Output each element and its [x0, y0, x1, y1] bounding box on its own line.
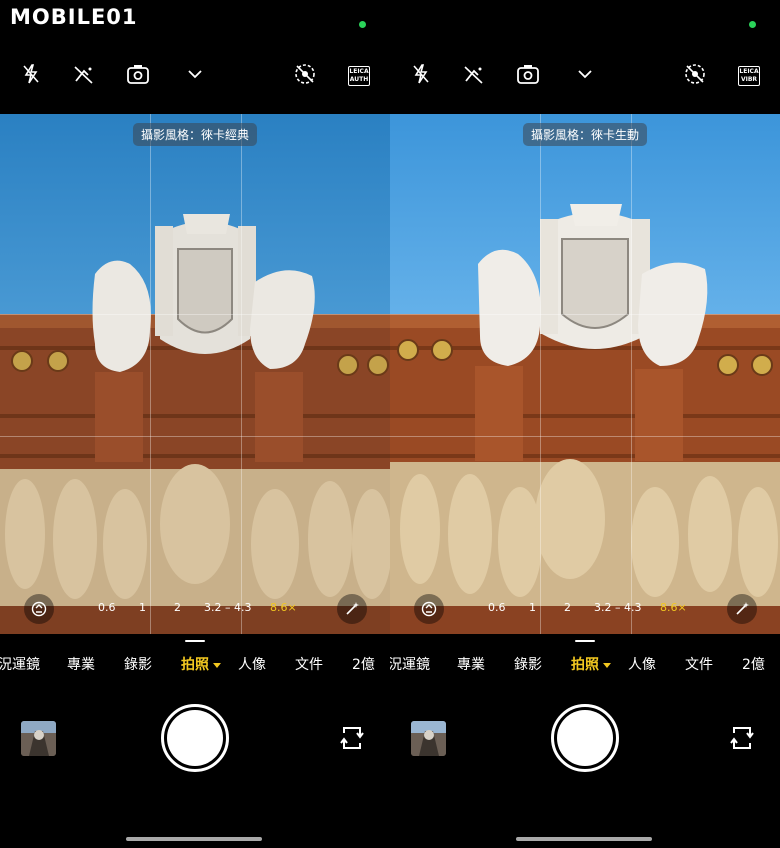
mode-200mp[interactable]: 2億	[352, 654, 375, 674]
motion-photo-off-icon[interactable]	[683, 62, 707, 86]
mode-document[interactable]: 文件	[295, 654, 323, 674]
leica-badge-line1: LEICA	[349, 68, 369, 75]
arch-sculpture-scene	[390, 204, 780, 634]
zoom-option-1[interactable]: 1	[529, 601, 536, 614]
zoom-option-3-2-4-3[interactable]: 3.2 – 4.3	[594, 601, 641, 614]
camera-panel-leica-classic: LEICA AUTH 攝影風格：徠卡經典 0.6 1 2 3.2 – 4.3 8…	[0, 0, 390, 848]
mode-portrait[interactable]: 人像	[238, 654, 266, 674]
caret-down-icon	[603, 662, 611, 668]
gallery-thumbnail[interactable]	[21, 721, 56, 756]
grid-line	[0, 436, 390, 437]
gallery-thumbnail[interactable]	[411, 721, 446, 756]
switch-camera-icon[interactable]	[728, 724, 756, 752]
camera-top-toolbar: LEICA AUTH	[0, 52, 390, 98]
ai-off-icon[interactable]	[72, 62, 96, 86]
caret-down-icon	[213, 662, 221, 668]
mode-drawer-handle[interactable]	[575, 640, 595, 642]
magic-wand-icon[interactable]	[727, 594, 757, 624]
motion-photo-off-icon[interactable]	[293, 62, 317, 86]
photo-style-label[interactable]: 攝影風格：徠卡經典	[132, 123, 258, 146]
privacy-indicator-dot	[359, 21, 366, 28]
mode-200mp[interactable]: 2億	[742, 654, 765, 674]
leica-badge-line2: AUTH	[349, 76, 369, 83]
zoom-option-1[interactable]: 1	[139, 601, 146, 614]
grid-line	[631, 114, 632, 634]
chevron-down-icon[interactable]	[573, 62, 597, 86]
grid-line	[390, 314, 780, 315]
flash-off-icon[interactable]	[19, 62, 43, 86]
exposure-icon[interactable]	[414, 594, 444, 624]
leica-badge-line2: VIBR	[740, 76, 758, 83]
shutter-inner	[557, 710, 613, 766]
grid-line	[150, 114, 151, 634]
lens-capture-icon[interactable]	[126, 62, 150, 86]
mode-motion[interactable]: 況運鏡	[390, 654, 430, 674]
home-indicator[interactable]	[516, 837, 652, 841]
leica-style-badge[interactable]: LEICA AUTH	[348, 66, 370, 86]
shutter-button[interactable]	[161, 704, 229, 772]
zoom-option-3-2-4-3[interactable]: 3.2 – 4.3	[204, 601, 251, 614]
shutter-button[interactable]	[551, 704, 619, 772]
camera-top-toolbar: LEICA VIBR	[390, 52, 780, 98]
mode-document[interactable]: 文件	[685, 654, 713, 674]
shutter-inner	[167, 710, 223, 766]
grid-line	[540, 114, 541, 634]
ai-off-icon[interactable]	[462, 62, 486, 86]
grid-line	[0, 314, 390, 315]
viewfinder[interactable]: 攝影風格：徠卡生動 0.6 1 2 3.2 – 4.3 8.6×	[390, 114, 780, 634]
zoom-selector: 0.6 1 2 3.2 – 4.3 8.6×	[390, 594, 780, 624]
grid-line	[390, 436, 780, 437]
mode-drawer-handle[interactable]	[185, 640, 205, 642]
mode-photo[interactable]: 拍照	[181, 654, 221, 674]
grid-line	[241, 114, 242, 634]
mode-video[interactable]: 錄影	[124, 654, 152, 674]
zoom-option-active[interactable]: 8.6×	[660, 601, 687, 614]
leica-style-badge[interactable]: LEICA VIBR	[738, 66, 760, 86]
mode-selector: 況運鏡 專業 錄影 拍照 人像 文件 2億	[0, 654, 390, 678]
chevron-down-icon[interactable]	[183, 62, 207, 86]
camera-panel-leica-vibrant: LEICA VIBR 攝影風格：徠卡生動 0.6 1 2 3.2 – 4.3 8…	[390, 0, 780, 848]
leica-badge-line1: LEICA	[739, 68, 759, 75]
privacy-indicator-dot	[749, 21, 756, 28]
mode-portrait[interactable]: 人像	[628, 654, 656, 674]
mode-pro[interactable]: 專業	[67, 654, 95, 674]
switch-camera-icon[interactable]	[338, 724, 366, 752]
zoom-selector: 0.6 1 2 3.2 – 4.3 8.6×	[0, 594, 390, 624]
home-indicator[interactable]	[126, 837, 262, 841]
photo-style-label[interactable]: 攝影風格：徠卡生動	[522, 123, 648, 146]
zoom-option-2[interactable]: 2	[564, 601, 571, 614]
zoom-option-0-6[interactable]: 0.6	[98, 601, 116, 614]
zoom-option-active[interactable]: 8.6×	[270, 601, 297, 614]
magic-wand-icon[interactable]	[337, 594, 367, 624]
zoom-option-0-6[interactable]: 0.6	[488, 601, 506, 614]
arch-sculpture-scene	[0, 214, 390, 634]
lens-capture-icon[interactable]	[516, 62, 540, 86]
mode-photo-label: 拍照	[181, 657, 209, 673]
mode-selector: 況運鏡 專業 錄影 拍照 人像 文件 2億	[390, 654, 780, 678]
viewfinder[interactable]: 攝影風格：徠卡經典 0.6 1 2 3.2 – 4.3 8.6×	[0, 114, 390, 634]
mode-motion[interactable]: 況運鏡	[0, 654, 40, 674]
mode-photo-label: 拍照	[571, 657, 599, 673]
flash-off-icon[interactable]	[409, 62, 433, 86]
mode-video[interactable]: 錄影	[514, 654, 542, 674]
mode-pro[interactable]: 專業	[457, 654, 485, 674]
zoom-option-2[interactable]: 2	[174, 601, 181, 614]
exposure-icon[interactable]	[24, 594, 54, 624]
mode-photo[interactable]: 拍照	[571, 654, 611, 674]
